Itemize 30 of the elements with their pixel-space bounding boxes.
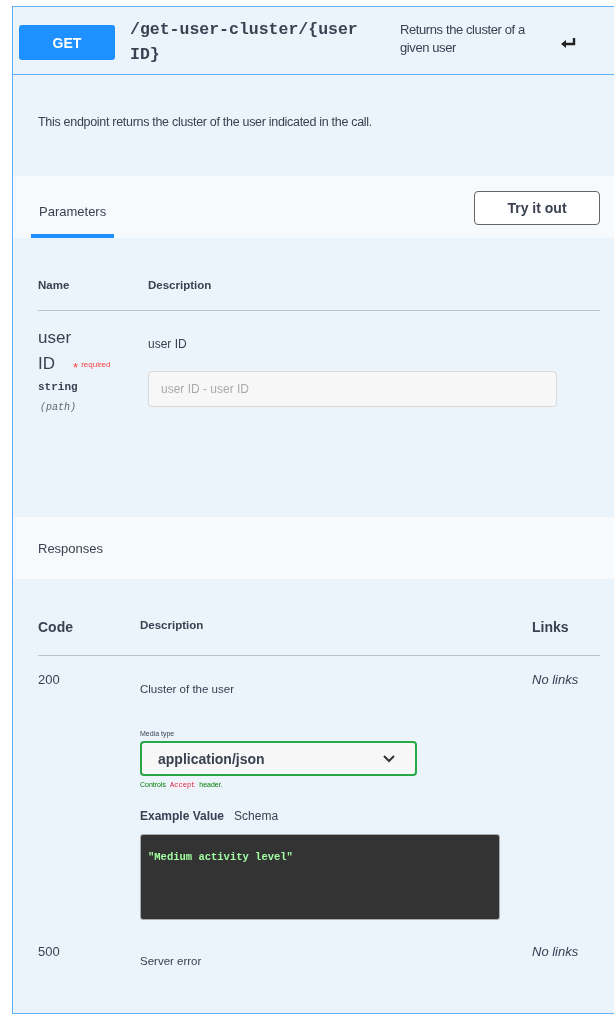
parameter-name: user ID	[38, 327, 72, 375]
section-title: Responses	[37, 540, 104, 556]
example-tab[interactable]: Example Value	[140, 809, 229, 823]
endpoint-description: This endpoint returns the cluster of the user indicated in the call.	[38, 115, 373, 129]
parameters-tab[interactable]: Parameters	[31, 176, 115, 238]
response-code: 500	[38, 944, 61, 959]
links-text: No links	[532, 944, 579, 959]
parameter-description: user ID	[148, 337, 188, 351]
parameter-type: string	[38, 381, 79, 393]
required-asterisk: *	[73, 359, 79, 377]
parameter-location: (path)	[39, 402, 77, 413]
response-description: Cluster of the user	[140, 683, 235, 695]
return-arrow-icon	[560, 37, 576, 49]
endpoint-path: /get-user-cluster/{user ID}	[130, 19, 359, 66]
required-label: required	[81, 359, 111, 371]
response-code: 200	[38, 672, 61, 687]
column-header: Code	[38, 619, 74, 635]
try-it-out-button[interactable]: Try it out	[474, 191, 600, 225]
example-value-text: "Medium activity level"	[148, 851, 293, 863]
endpoint-summary: Returns the cluster of a given user	[400, 21, 526, 57]
column-header: Name	[38, 279, 71, 293]
media-type-select[interactable]: application/json	[140, 741, 417, 776]
links-text: No links	[532, 672, 579, 687]
column-header: Description	[148, 279, 212, 293]
chevron-icon	[383, 754, 395, 763]
input-field[interactable]: user ID - user ID	[148, 371, 557, 407]
response-description: Server error	[140, 955, 203, 967]
column-header: Description	[140, 619, 205, 631]
column-header: Links	[532, 619, 569, 635]
example-tab[interactable]: Schema	[234, 809, 283, 823]
